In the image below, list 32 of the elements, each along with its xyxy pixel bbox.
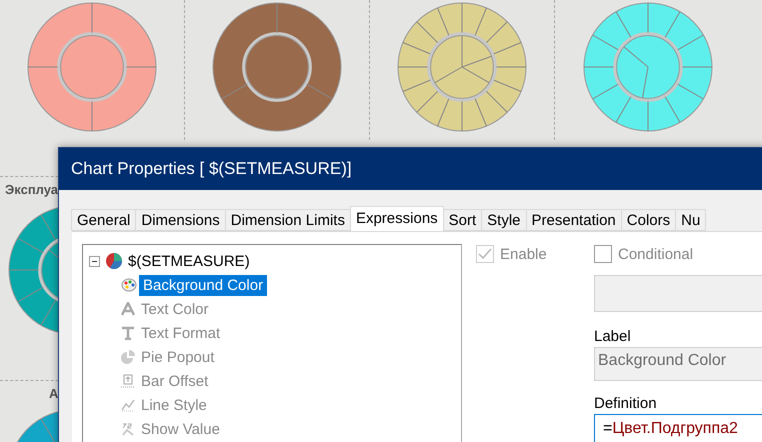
- tree-item[interactable]: $(SETMEASURE): [128, 252, 250, 270]
- letter-a-icon: [121, 302, 135, 316]
- condition-field[interactable]: [594, 275, 762, 312]
- section-title: А: [49, 386, 58, 401]
- check-icon: [478, 248, 492, 260]
- tab[interactable]: Nu: [675, 209, 706, 231]
- conditional-checkbox[interactable]: [594, 245, 612, 263]
- pie-icon: [121, 350, 135, 364]
- palette-icon: [121, 278, 137, 292]
- tab[interactable]: Sort: [442, 209, 482, 231]
- field-label: Definition: [594, 395, 658, 412]
- tab[interactable]: Colors: [620, 209, 676, 231]
- field-label: Label: [594, 328, 632, 345]
- pie-chart-icon: [105, 252, 123, 270]
- collapse-toggle[interactable]: [89, 256, 100, 266]
- tab[interactable]: General: [71, 209, 136, 231]
- line-chart-icon: [121, 398, 135, 412]
- tree-item[interactable]: Background Color: [139, 274, 268, 296]
- letter-t-icon: [121, 326, 135, 340]
- label-field[interactable]: Background Color: [594, 347, 762, 381]
- tab[interactable]: Style: [481, 209, 527, 231]
- number-icon: [121, 422, 135, 436]
- tab[interactable]: Dimension Limits: [224, 209, 351, 231]
- definition-field[interactable]: =Цвет.Подгруппа2: [594, 414, 762, 442]
- dialog-title: Chart Properties [ $(SETMEASURE)]: [71, 159, 352, 179]
- bar-offset-icon: [121, 374, 135, 388]
- tab[interactable]: Dimensions: [135, 209, 226, 231]
- checkbox-label: Conditional: [618, 246, 694, 262]
- tab[interactable]: Presentation: [526, 209, 622, 231]
- tab[interactable]: Expressions: [350, 206, 444, 231]
- section-title: Эксплуа: [5, 182, 58, 197]
- checkbox-label: Enable: [500, 246, 547, 262]
